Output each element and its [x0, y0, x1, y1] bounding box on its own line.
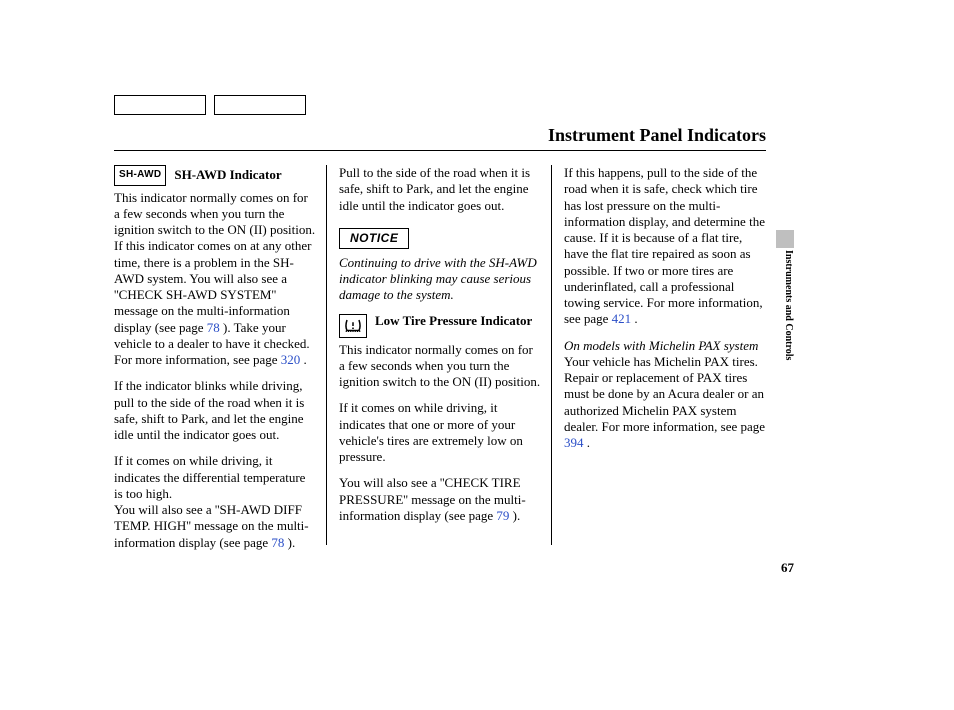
- sh-awd-para-4: You will also see a ''SH-AWD DIFF TEMP. …: [114, 502, 316, 551]
- col3-para-1: If this happens, pull to the side of the…: [564, 165, 766, 328]
- page-link-421[interactable]: 421: [612, 311, 632, 326]
- sh-awd-icon: SH-AWD: [114, 165, 166, 186]
- sh-awd-heading: SH-AWD Indicator: [174, 168, 281, 182]
- tpms-icon: [339, 314, 367, 338]
- body-text: ).: [509, 508, 520, 523]
- body-text: If this happens, pull to the side of the…: [564, 165, 765, 326]
- pax-subheading: On models with Michelin PAX system: [564, 338, 766, 354]
- tpms-para-3: You will also see a ''CHECK TIRE PRESSUR…: [339, 475, 541, 524]
- page-link-78b[interactable]: 78: [271, 535, 284, 550]
- section-tab-label: Instruments and Controls: [776, 250, 794, 430]
- notice-label: NOTICE: [339, 228, 409, 249]
- notice-text: Continuing to drive with the SH-AWD indi…: [339, 255, 541, 304]
- body-text: .: [584, 435, 591, 450]
- page-title: Instrument Panel Indicators: [548, 124, 766, 147]
- page-link-394[interactable]: 394: [564, 435, 584, 450]
- sh-awd-indicator-heading-row: SH-AWD SH-AWD Indicator: [114, 165, 316, 186]
- content-columns: SH-AWD SH-AWD Indicator This indicator n…: [114, 165, 766, 545]
- tpms-para-2: If it comes on while driving, it indicat…: [339, 400, 541, 465]
- tpms-heading: Low Tire Pressure Indicator: [375, 314, 532, 328]
- page-number: 67: [781, 560, 794, 576]
- manual-page: Instrument Panel Indicators Instruments …: [0, 0, 954, 710]
- placeholder-box-2: [214, 95, 306, 115]
- col2-para-1: Pull to the side of the road when it is …: [339, 165, 541, 214]
- col3-para-2: Your vehicle has Michelin PAX tires. Rep…: [564, 354, 766, 452]
- body-text: Your vehicle has Michelin PAX tires. Rep…: [564, 354, 765, 434]
- column-3: If this happens, pull to the side of the…: [551, 165, 766, 545]
- tpms-para-1: This indicator normally comes on for a f…: [339, 342, 541, 391]
- title-rule: [114, 150, 766, 151]
- tpms-indicator-heading-row: Low Tire Pressure Indicator: [339, 314, 541, 338]
- top-placeholder-boxes: [114, 95, 306, 115]
- page-link-79[interactable]: 79: [496, 508, 509, 523]
- section-tab-marker: [776, 230, 794, 248]
- page-link-78[interactable]: 78: [207, 320, 220, 335]
- sh-awd-para-2: If the indicator blinks while driving, p…: [114, 378, 316, 443]
- placeholder-box-1: [114, 95, 206, 115]
- sh-awd-para-3: If it comes on while driving, it indicat…: [114, 453, 316, 502]
- column-1: SH-AWD SH-AWD Indicator This indicator n…: [114, 165, 326, 545]
- low-tire-pressure-icon: [344, 318, 362, 334]
- sh-awd-para-1: This indicator normally comes on for a f…: [114, 190, 316, 369]
- body-text: ).: [284, 535, 295, 550]
- body-text: This indicator normally comes on for a f…: [114, 190, 315, 335]
- body-text: .: [300, 352, 307, 367]
- page-link-320[interactable]: 320: [281, 352, 301, 367]
- body-text: .: [631, 311, 638, 326]
- column-2: Pull to the side of the road when it is …: [326, 165, 551, 545]
